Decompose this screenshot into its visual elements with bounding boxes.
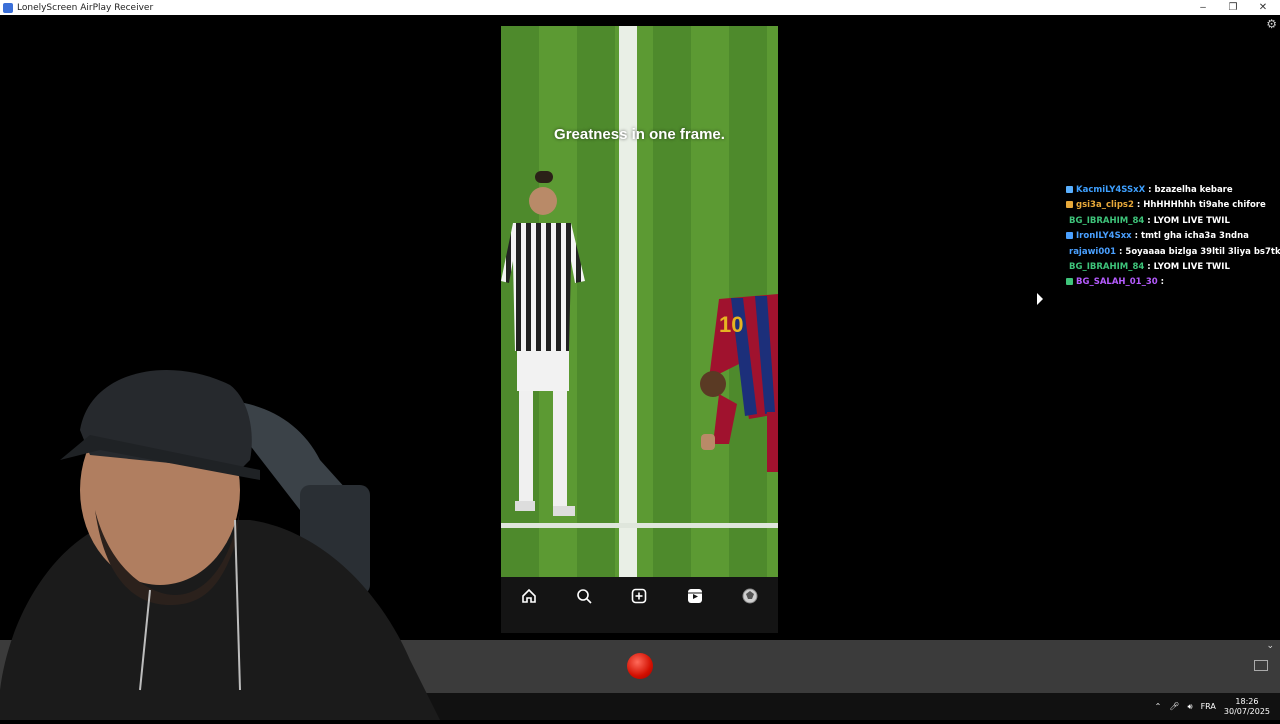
chat-text: LYOM LIVE TWIL	[1153, 262, 1230, 273]
language-indicator[interactable]: FRA	[1201, 702, 1216, 711]
clock-date: 30/07/2025	[1223, 706, 1270, 716]
video-frame: 10 Greatness in one frame.	[501, 26, 778, 577]
folder-icon[interactable]	[1254, 660, 1268, 671]
video-caption: Greatness in one frame.	[554, 126, 725, 143]
chat-separator: :	[1144, 215, 1154, 226]
chat-text: 5oyaaaa bizlga 39ltil 3liya bs7tk 1000dh	[1125, 246, 1280, 257]
chat-separator: :	[1145, 185, 1155, 195]
chat-message: rajawi001 : 5oyaaaa bizlga 39ltil 3liya …	[1066, 245, 1280, 260]
pitch-halfway-line	[619, 26, 637, 577]
reels-icon[interactable]	[685, 586, 705, 606]
settings-gear-icon[interactable]: ⚙	[1266, 17, 1277, 31]
profile-avatar-icon[interactable]	[740, 586, 760, 606]
chat-separator: :	[1144, 262, 1154, 273]
phone-bottom-nav	[501, 577, 778, 633]
home-icon[interactable]	[519, 586, 539, 606]
chat-message: gsi3a_clips2 : HhHHHhhh ti9ahe chifore	[1066, 198, 1280, 213]
clock-time: 18:26	[1235, 696, 1259, 706]
chat-separator: :	[1157, 277, 1165, 288]
player-left-figure	[501, 171, 585, 516]
chat-badge-icon	[1066, 278, 1073, 286]
app-icon	[3, 2, 13, 13]
search-icon[interactable]	[574, 586, 594, 606]
chat-badge-icon	[1066, 201, 1073, 209]
chat-text: tmtl gha icha3a 3ndna	[1141, 231, 1249, 242]
mouse-cursor-icon	[1037, 293, 1043, 305]
record-button[interactable]	[627, 653, 653, 679]
chat-username[interactable]: BG_IBRAHIM_84	[1069, 216, 1144, 226]
close-button[interactable]: ✕	[1248, 0, 1278, 15]
chat-badge-icon	[1066, 186, 1073, 193]
chat-message: KacmiLY4SSxX : bzazelha kebare	[1066, 183, 1280, 198]
player-right-figure: 10	[700, 294, 778, 472]
system-tray: ⌃ 🎤︎ 🔊︎ FRA 18:26 30/07/2025	[1155, 693, 1270, 720]
chat-username[interactable]: gsi3a_clips2	[1076, 200, 1134, 210]
taskbar-clock[interactable]: 18:26 30/07/2025	[1224, 697, 1270, 717]
window-titlebar: LonelyScreen AirPlay Receiver	[0, 0, 1280, 15]
chevron-down-icon[interactable]: ⌄	[1266, 640, 1274, 651]
chat-username[interactable]: KacmiLY4SSxX	[1076, 185, 1145, 195]
live-chat-overlay: KacmiLY4SSxX : bzazelha kebare gsi3a_clip…	[1066, 183, 1280, 291]
svg-text:10: 10	[719, 312, 743, 337]
maximize-button[interactable]: ❐	[1218, 0, 1248, 15]
chat-username[interactable]: IronILY4Sxx	[1076, 231, 1132, 241]
chat-text: bzazelha kebare	[1154, 185, 1233, 195]
webcam-overlay	[0, 370, 440, 720]
chat-message: BG_SALAH_01_30 :	[1066, 275, 1280, 290]
microphone-icon[interactable]: 🎤︎	[1169, 702, 1179, 711]
phone-mirror: 10 Greatness in one frame.	[501, 26, 778, 633]
window-title: LonelyScreen AirPlay Receiver	[17, 2, 154, 13]
chat-separator: :	[1131, 231, 1141, 242]
volume-icon[interactable]: 🔊︎	[1188, 702, 1193, 712]
chat-message: BG_IBRAHIM_84 : LYOM LIVE TWIL	[1066, 260, 1280, 275]
chat-text: HhHHHhhh ti9ahe chifore	[1143, 200, 1266, 211]
chat-username[interactable]: BG_IBRAHIM_84	[1069, 262, 1144, 272]
chat-username[interactable]: rajawi001	[1069, 247, 1116, 257]
chat-message: IronILY4Sxx : tmtl gha icha3a 3ndna	[1066, 229, 1280, 244]
create-post-icon[interactable]	[629, 586, 649, 606]
chat-badge-icon	[1066, 232, 1073, 240]
chat-username[interactable]: BG_SALAH_01_30	[1076, 277, 1158, 287]
chevron-up-icon[interactable]: ⌃	[1155, 702, 1162, 711]
chat-text: LYOM LIVE TWIL	[1153, 215, 1230, 226]
minimize-button[interactable]: –	[1188, 0, 1218, 15]
chat-message: BG_IBRAHIM_84 : LYOM LIVE TWIL	[1066, 214, 1280, 229]
chat-separator: :	[1133, 200, 1144, 211]
